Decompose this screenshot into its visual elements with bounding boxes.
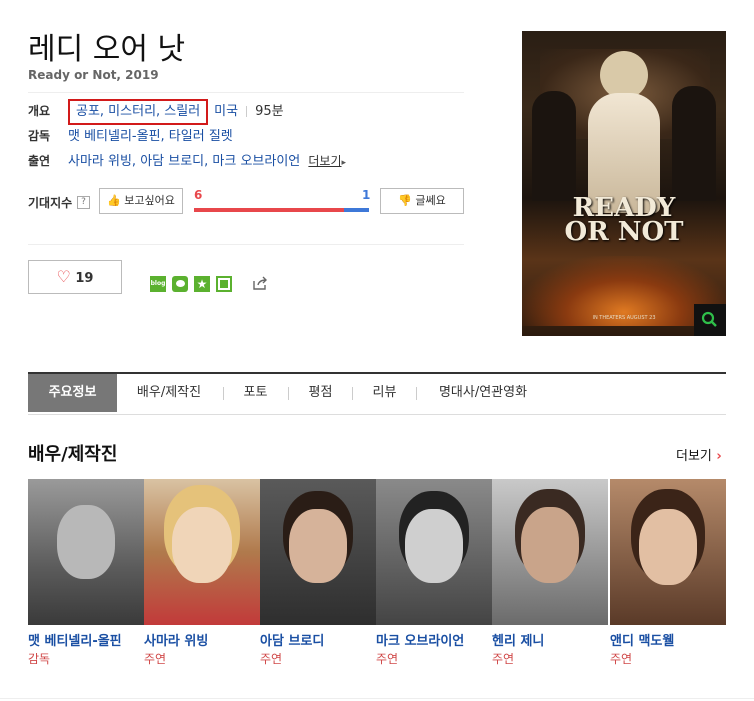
poster-title-line2: OR NOT bbox=[564, 217, 684, 247]
cast-more-button[interactable]: 더보기 › bbox=[676, 445, 722, 464]
cast-row: 출연 사마라 위빙, 아담 브로디, 마크 오브라이언 더보기▸ bbox=[28, 151, 346, 171]
movie-subtitle: Ready or Not, 2019 bbox=[28, 68, 159, 82]
cast-name[interactable]: 헨리 제니 bbox=[492, 630, 608, 649]
divider bbox=[352, 387, 353, 400]
thumbs-down-icon: 👎 bbox=[398, 194, 412, 207]
chevron-right-icon: › bbox=[711, 449, 722, 464]
cast-role: 주연 bbox=[492, 652, 515, 666]
section-title: 배우/제작진 bbox=[28, 444, 118, 465]
want-to-see-button[interactable]: 👍 보고싶어요 bbox=[99, 188, 183, 214]
cast-role: 주연 bbox=[610, 652, 633, 666]
cast-photo[interactable] bbox=[610, 479, 726, 625]
cast-label: 출연 bbox=[28, 154, 51, 168]
chevron-right-icon: ▸ bbox=[341, 158, 347, 168]
like-button[interactable]: ♡ 19 bbox=[28, 260, 122, 294]
star-icon[interactable]: ★ bbox=[194, 276, 210, 292]
cast-photo[interactable] bbox=[492, 479, 608, 625]
cast-card[interactable]: 맷 베티넬리-올핀 감독 bbox=[28, 479, 144, 667]
divider bbox=[0, 698, 754, 699]
square-icon[interactable] bbox=[216, 276, 232, 292]
expect-label: 기대지수 bbox=[28, 196, 73, 210]
not-sure-button[interactable]: 👎 글쎄요 bbox=[380, 188, 464, 214]
tab-rating[interactable]: 평점 bbox=[293, 374, 348, 412]
cast-link[interactable]: 사마라 위빙, 아담 브로디, 마크 오브라이언 bbox=[68, 154, 300, 169]
poster-title: READY OR NOT bbox=[522, 195, 726, 247]
cast-name[interactable]: 아담 브로디 bbox=[260, 630, 376, 649]
divider bbox=[246, 106, 248, 117]
cast-role: 주연 bbox=[260, 652, 283, 666]
cast-photo[interactable] bbox=[28, 479, 144, 625]
help-icon[interactable]: ? bbox=[77, 196, 90, 209]
cast-name[interactable]: 마크 오브라이언 bbox=[376, 630, 492, 649]
movie-title: 레디 오어 낫 bbox=[28, 32, 186, 67]
not-sure-count: 1 bbox=[362, 188, 371, 202]
cast-more-link[interactable]: 더보기 bbox=[308, 154, 341, 168]
tab-photo[interactable]: 포토 bbox=[228, 374, 283, 412]
cast-name[interactable]: 앤디 맥도웰 bbox=[610, 630, 726, 649]
thumbs-up-icon: 👍 bbox=[107, 194, 121, 207]
divider bbox=[223, 387, 224, 400]
want-bar-fill bbox=[194, 208, 344, 212]
director-link[interactable]: 맷 베티넬리-올핀, 타일러 질렛 bbox=[68, 129, 233, 144]
zoom-button[interactable] bbox=[694, 304, 726, 336]
country-link[interactable]: 미국 bbox=[214, 104, 238, 119]
cast-role: 주연 bbox=[376, 652, 399, 666]
like-count: 19 bbox=[75, 271, 94, 286]
runtime: 95분 bbox=[255, 104, 284, 119]
overview-row: 개요 공포, 미스터리, 스릴러 미국 95분 bbox=[28, 99, 284, 125]
director-row: 감독 맷 베티넬리-올핀, 타일러 질렛 bbox=[28, 126, 233, 146]
director-label: 감독 bbox=[28, 129, 51, 143]
overview-label: 개요 bbox=[28, 104, 51, 118]
genre-link[interactable]: 공포, 미스터리, 스릴러 bbox=[68, 99, 209, 125]
cast-card[interactable]: 헨리 제니 주연 bbox=[492, 479, 608, 667]
divider bbox=[288, 387, 289, 400]
cast-photo[interactable] bbox=[376, 479, 492, 625]
cast-name[interactable]: 맷 베티넬리-올핀 bbox=[28, 630, 144, 649]
blog-icon[interactable]: blog bbox=[150, 276, 166, 292]
share-icon[interactable] bbox=[252, 275, 268, 291]
tab-bar: 주요정보 배우/제작진 포토 평점 리뷰 명대사/연관영화 bbox=[28, 372, 726, 415]
want-to-see-label: 보고싶어요 bbox=[124, 194, 175, 207]
tab-quotes-related[interactable]: 명대사/연관영화 bbox=[421, 374, 545, 412]
talk-icon[interactable] bbox=[172, 276, 188, 292]
cast-card[interactable]: 아담 브로디 주연 bbox=[260, 479, 376, 667]
want-count: 6 bbox=[194, 188, 203, 202]
cast-card[interactable]: 마크 오브라이언 주연 bbox=[376, 479, 492, 667]
heart-icon: ♡ bbox=[56, 267, 71, 286]
cast-role: 감독 bbox=[28, 652, 51, 666]
cast-role: 주연 bbox=[144, 652, 167, 666]
expect-bar bbox=[194, 208, 369, 212]
divider bbox=[28, 244, 464, 245]
search-icon bbox=[701, 311, 717, 327]
cast-photo[interactable] bbox=[144, 479, 260, 625]
more-label: 더보기 bbox=[676, 449, 712, 464]
cast-name[interactable]: 사마라 위빙 bbox=[144, 630, 260, 649]
divider bbox=[416, 387, 417, 400]
cast-photo[interactable] bbox=[260, 479, 376, 625]
tab-cast-crew[interactable]: 배우/제작진 bbox=[121, 374, 217, 412]
tab-main-info[interactable]: 주요정보 bbox=[28, 374, 117, 412]
divider bbox=[28, 92, 464, 93]
movie-poster[interactable]: READY OR NOT IN THEATERS AUGUST 23 bbox=[522, 31, 726, 336]
cast-card[interactable]: 사마라 위빙 주연 bbox=[144, 479, 260, 667]
cast-card[interactable]: 앤디 맥도웰 주연 bbox=[610, 479, 726, 667]
tab-review[interactable]: 리뷰 bbox=[357, 374, 412, 412]
not-sure-label: 글쎄요 bbox=[415, 194, 446, 207]
